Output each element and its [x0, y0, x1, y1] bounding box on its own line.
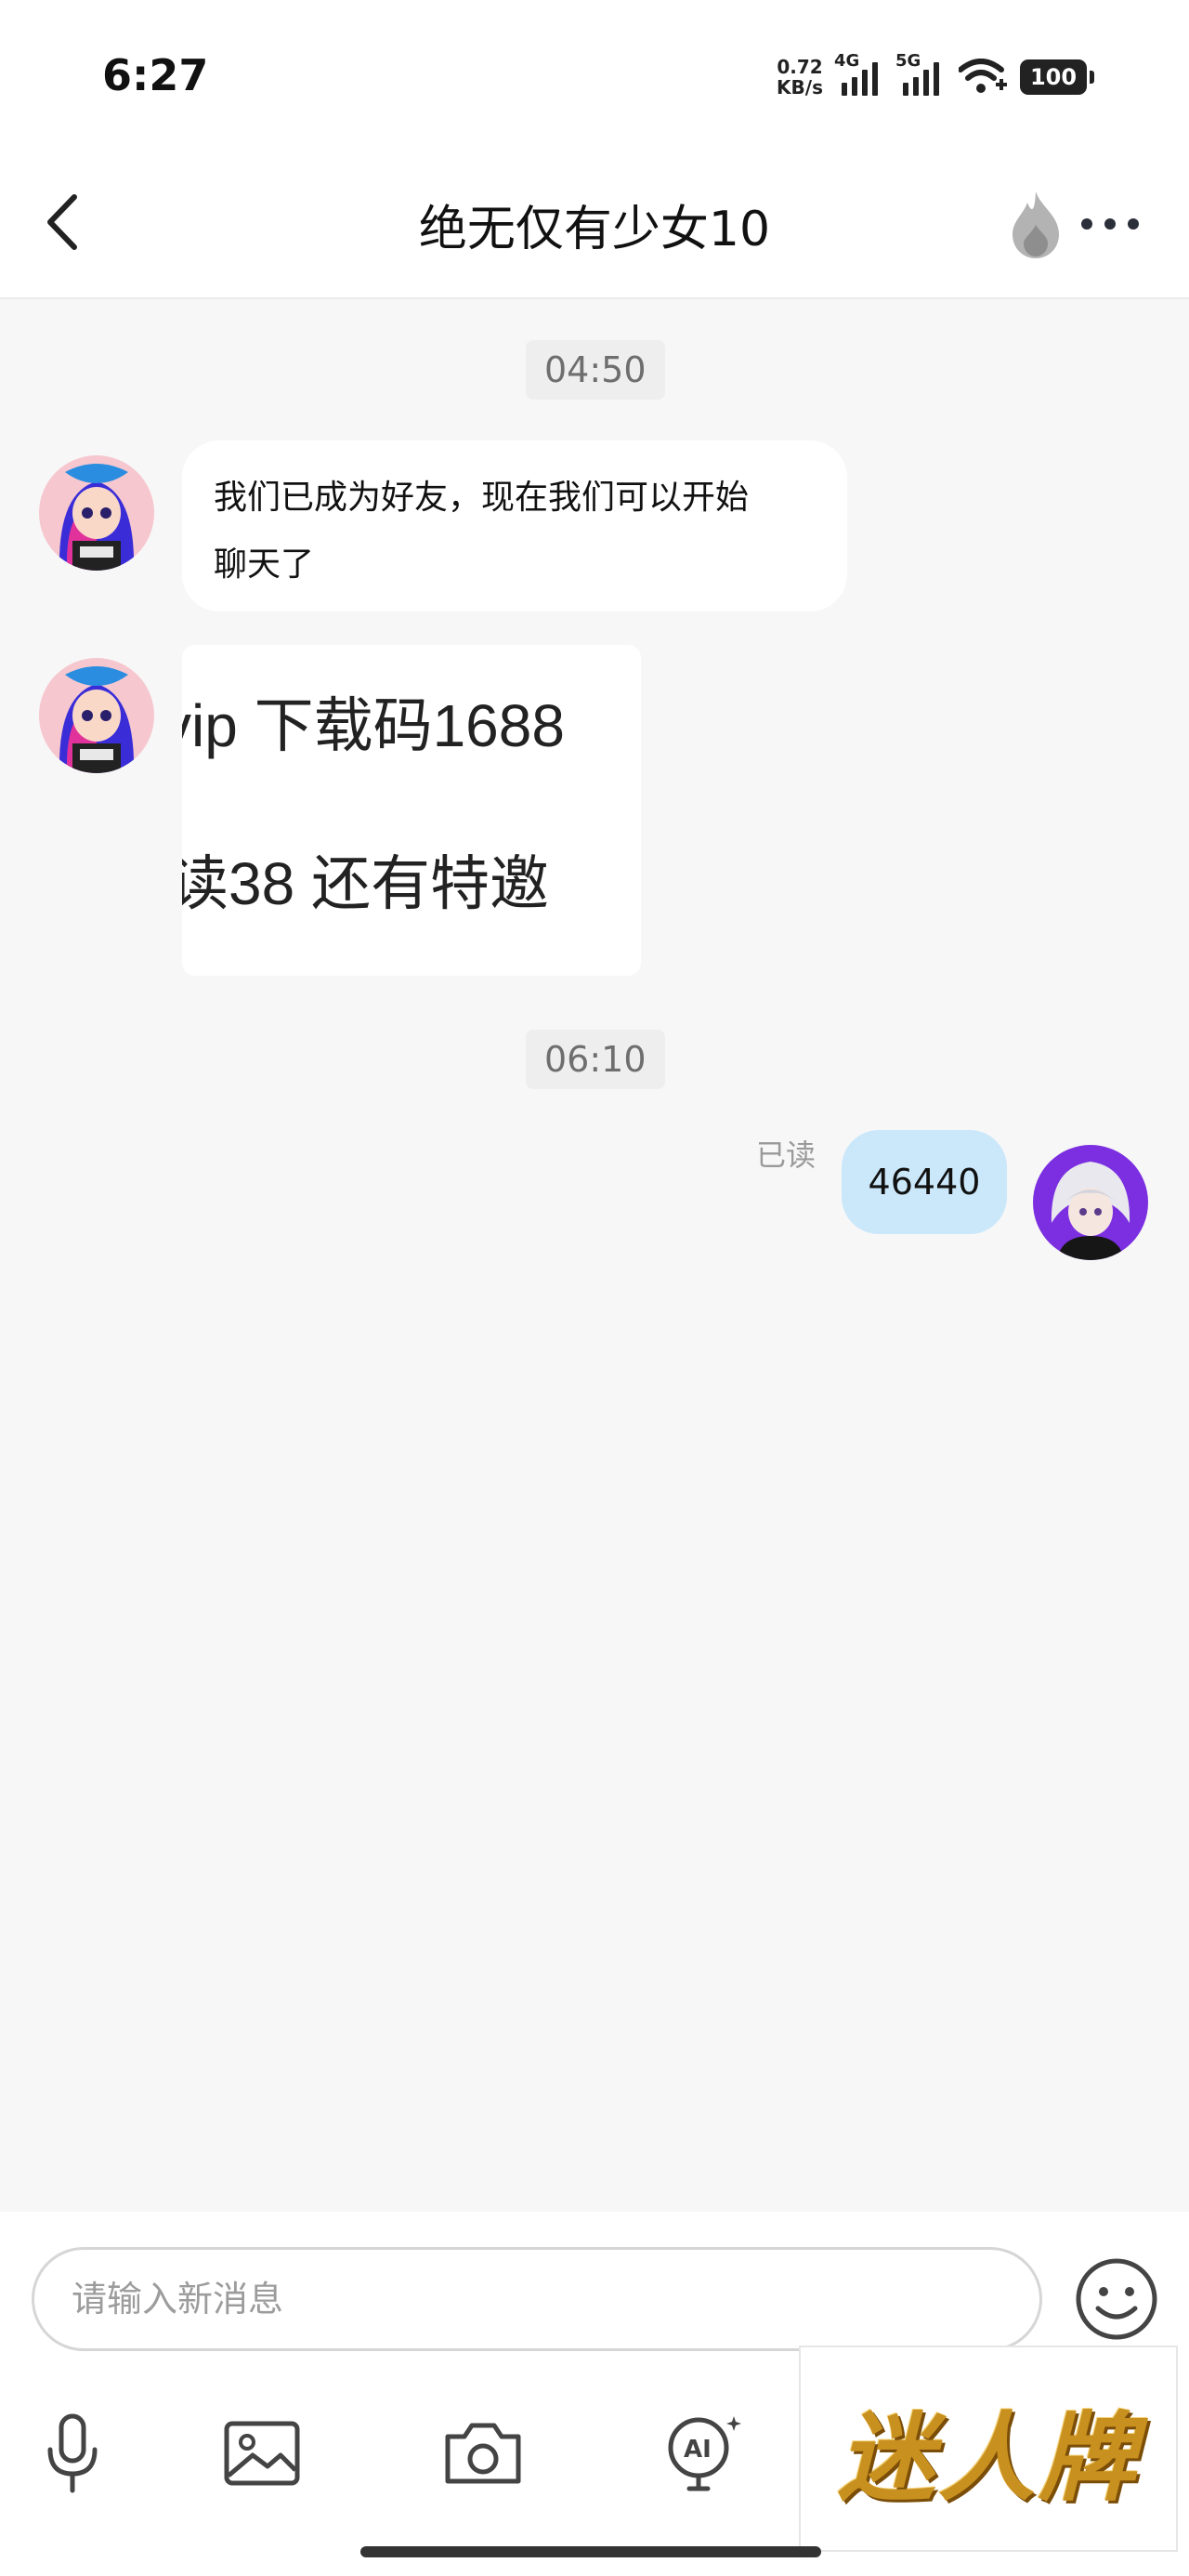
back-arrow-icon[interactable] — [37, 190, 93, 255]
anime-boy-avatar-icon — [1033, 1145, 1148, 1260]
ai-assistant-icon[interactable]: AI — [656, 2407, 749, 2500]
network-speed-value: 0.72 — [777, 56, 823, 78]
contact-avatar[interactable] — [39, 658, 154, 773]
camera-icon[interactable] — [437, 2407, 529, 2500]
wifi-icon — [959, 59, 1007, 93]
image-text-line: vip 下载码1688 — [182, 692, 565, 759]
image-text-line: 读38 还有特邀 — [182, 850, 549, 917]
contact-avatar[interactable] — [39, 455, 154, 571]
anime-girl-avatar-icon — [39, 658, 154, 773]
message-timestamp: 06:10 — [526, 1030, 665, 1089]
brand-watermark-text: 迷人牌 — [837, 2399, 1139, 2515]
battery-icon: 100 — [1020, 59, 1094, 95]
user-avatar[interactable] — [1033, 1145, 1148, 1260]
network-speed: 0.72 KB/s — [777, 57, 823, 98]
brand-watermark-logo: 迷人牌 — [799, 2346, 1178, 2552]
home-indicator[interactable] — [360, 2546, 821, 2557]
anime-girl-avatar-icon — [39, 455, 154, 571]
message-text-line: 聊天了 — [214, 545, 315, 584]
message-input[interactable] — [32, 2247, 1042, 2351]
chat-title: 绝无仅有少女10 — [418, 202, 771, 257]
status-time: 6:27 — [102, 50, 209, 100]
svg-text:AI: AI — [684, 2436, 712, 2464]
signal-5g-icon: 5G — [895, 51, 946, 96]
network-speed-unit: KB/s — [777, 76, 823, 99]
status-indicators: 0.72 KB/s 4G 5G 100 — [777, 51, 1094, 100]
microphone-icon[interactable] — [26, 2407, 119, 2500]
read-status: 已读 — [756, 1137, 817, 1173]
more-icon[interactable] — [1078, 210, 1143, 238]
fire-icon[interactable] — [1007, 188, 1065, 260]
status-bar: 6:27 0.72 KB/s 4G 5G 100 — [0, 0, 1189, 149]
chat-header: 绝无仅有少女10 — [0, 149, 1189, 299]
outgoing-message-bubble[interactable]: 46440 — [842, 1130, 1007, 1234]
signal-4g-icon: 4G — [834, 51, 884, 96]
message-text-line: 我们已成为好友，现在我们可以开始 — [214, 479, 750, 517]
image-icon[interactable] — [216, 2407, 308, 2500]
incoming-message-bubble[interactable]: 我们已成为好友，现在我们可以开始 聊天了 — [182, 440, 847, 611]
message-timestamp: 04:50 — [526, 340, 665, 400]
network-4g-label: 4G — [834, 51, 860, 71]
network-5g-label: 5G — [895, 51, 921, 71]
emoji-icon[interactable] — [1074, 2256, 1159, 2342]
image-message[interactable]: vip 下载码1688 读38 还有特邀 — [182, 645, 641, 976]
